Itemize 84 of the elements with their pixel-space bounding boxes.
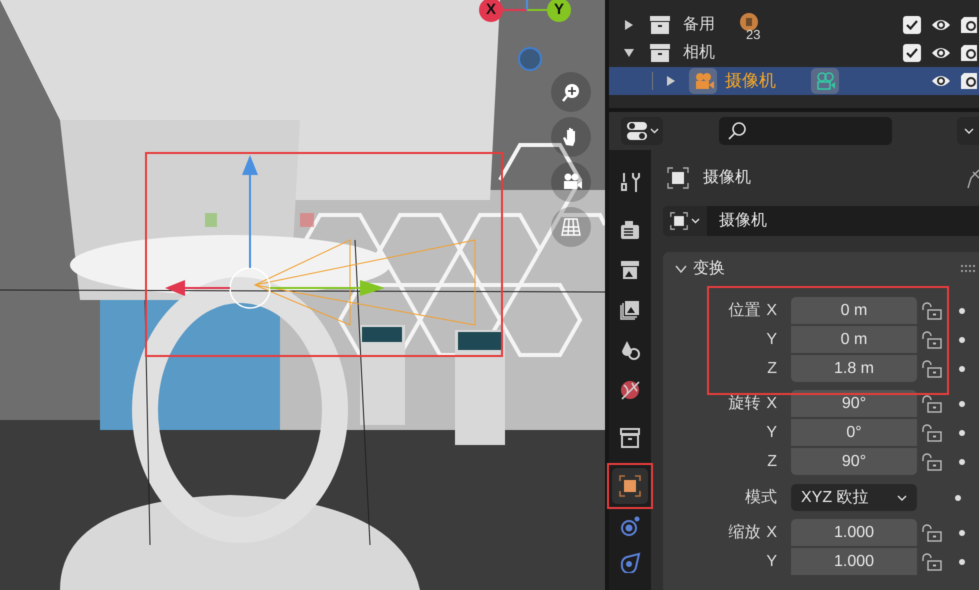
axis-label: X <box>766 300 777 320</box>
orbit-icon <box>619 515 641 537</box>
camera-icon[interactable] <box>551 162 591 202</box>
child-count: 23 <box>746 26 760 44</box>
axis-label: Z <box>767 358 777 378</box>
properties-tab[interactable] <box>612 468 648 504</box>
zoom-icon[interactable] <box>551 72 591 112</box>
caret-icon <box>650 128 658 134</box>
image-stack-icon <box>619 299 641 321</box>
property-label: 模式 <box>745 488 777 508</box>
property-label: 旋转 <box>728 394 760 414</box>
axis-label: Y <box>766 552 777 572</box>
unlocked-padlock-icon[interactable] <box>921 424 943 442</box>
axis-label: Y <box>766 330 777 350</box>
eye-icon[interactable] <box>931 74 951 88</box>
search-field[interactable] <box>719 117 892 145</box>
checkmark-icon <box>906 20 918 30</box>
collection-label[interactable]: 相机 <box>683 41 739 65</box>
number-field[interactable]: 90° <box>791 448 917 475</box>
number-field[interactable]: 1.000 <box>791 548 917 575</box>
object-name: 摄像机 <box>703 168 751 188</box>
object-label[interactable]: 摄像机 <box>725 68 811 94</box>
axis-label: Y <box>766 422 777 442</box>
unlocked-padlock-icon[interactable] <box>921 552 943 570</box>
render-icon <box>619 219 641 241</box>
chevron-icon[interactable] <box>675 263 687 275</box>
object-icon <box>667 167 689 189</box>
scene-icon <box>619 339 641 361</box>
property-label: 缩放 <box>728 522 760 542</box>
caret-icon <box>897 494 907 500</box>
caret-icon <box>964 128 974 134</box>
camera-object-icon <box>689 68 717 94</box>
collection-label[interactable]: 备用 <box>683 13 739 37</box>
property-label: 位置 <box>728 300 760 320</box>
number-field[interactable]: 0 m <box>791 326 917 353</box>
checkmark-icon <box>906 48 918 58</box>
axis-label: X <box>766 394 777 414</box>
checkbox[interactable] <box>903 44 921 62</box>
number-field[interactable]: 1.000 <box>791 519 917 546</box>
camera-icon[interactable] <box>961 16 977 34</box>
outliner-row-highlight[interactable]: 摄像机 <box>609 67 979 95</box>
unlocked-padlock-icon[interactable] <box>921 394 943 412</box>
unlocked-padlock-icon[interactable] <box>921 452 943 470</box>
unlocked-padlock-icon[interactable] <box>921 302 943 320</box>
box-icon <box>619 427 641 449</box>
camera-data-icon[interactable] <box>811 68 839 94</box>
object-icon <box>619 475 641 497</box>
caret-icon <box>691 218 700 224</box>
pin-icon[interactable] <box>967 167 979 189</box>
unlocked-padlock-icon[interactable] <box>921 524 943 542</box>
checkbox[interactable] <box>903 16 921 34</box>
number-field[interactable]: 0° <box>791 419 917 446</box>
axis-label: X <box>766 522 777 542</box>
annotation-frame <box>607 463 653 509</box>
axis-label: Z <box>767 452 777 472</box>
drag-handle-icon[interactable] <box>961 265 975 273</box>
tool-icon <box>619 171 641 193</box>
unlocked-padlock-icon[interactable] <box>921 360 943 378</box>
options-dropdown[interactable] <box>957 117 979 145</box>
box-icon <box>649 43 671 63</box>
camera-icon[interactable] <box>961 72 977 90</box>
eye-icon[interactable] <box>931 46 951 60</box>
printer-icon <box>619 259 641 281</box>
datablock-type-dropdown[interactable] <box>663 206 707 236</box>
object-icon <box>670 212 688 230</box>
eye-icon[interactable] <box>931 18 951 32</box>
hand-icon[interactable] <box>551 117 591 157</box>
search-icon <box>727 121 747 141</box>
rotation-mode-dropdown[interactable]: XYZ 欧拉 <box>791 484 917 511</box>
editor-filter-dropdown[interactable] <box>621 117 663 145</box>
expanded-arrow-icon[interactable] <box>624 48 634 58</box>
number-field[interactable]: 90° <box>791 390 917 417</box>
collapsed-arrow-icon[interactable] <box>666 76 676 86</box>
unlocked-padlock-icon[interactable] <box>921 330 943 348</box>
toggle-icon <box>626 121 648 141</box>
number-field[interactable]: 1.8 m <box>791 355 917 382</box>
grid-icon[interactable] <box>551 207 591 247</box>
collapsed-arrow-icon[interactable] <box>624 20 634 30</box>
particle-icon <box>619 551 641 573</box>
globe-icon <box>619 379 641 401</box>
number-field[interactable]: 0 m <box>791 297 917 324</box>
camera-icon[interactable] <box>961 44 977 62</box>
box-icon <box>649 15 671 35</box>
panel-title[interactable]: 变换 <box>693 257 725 281</box>
